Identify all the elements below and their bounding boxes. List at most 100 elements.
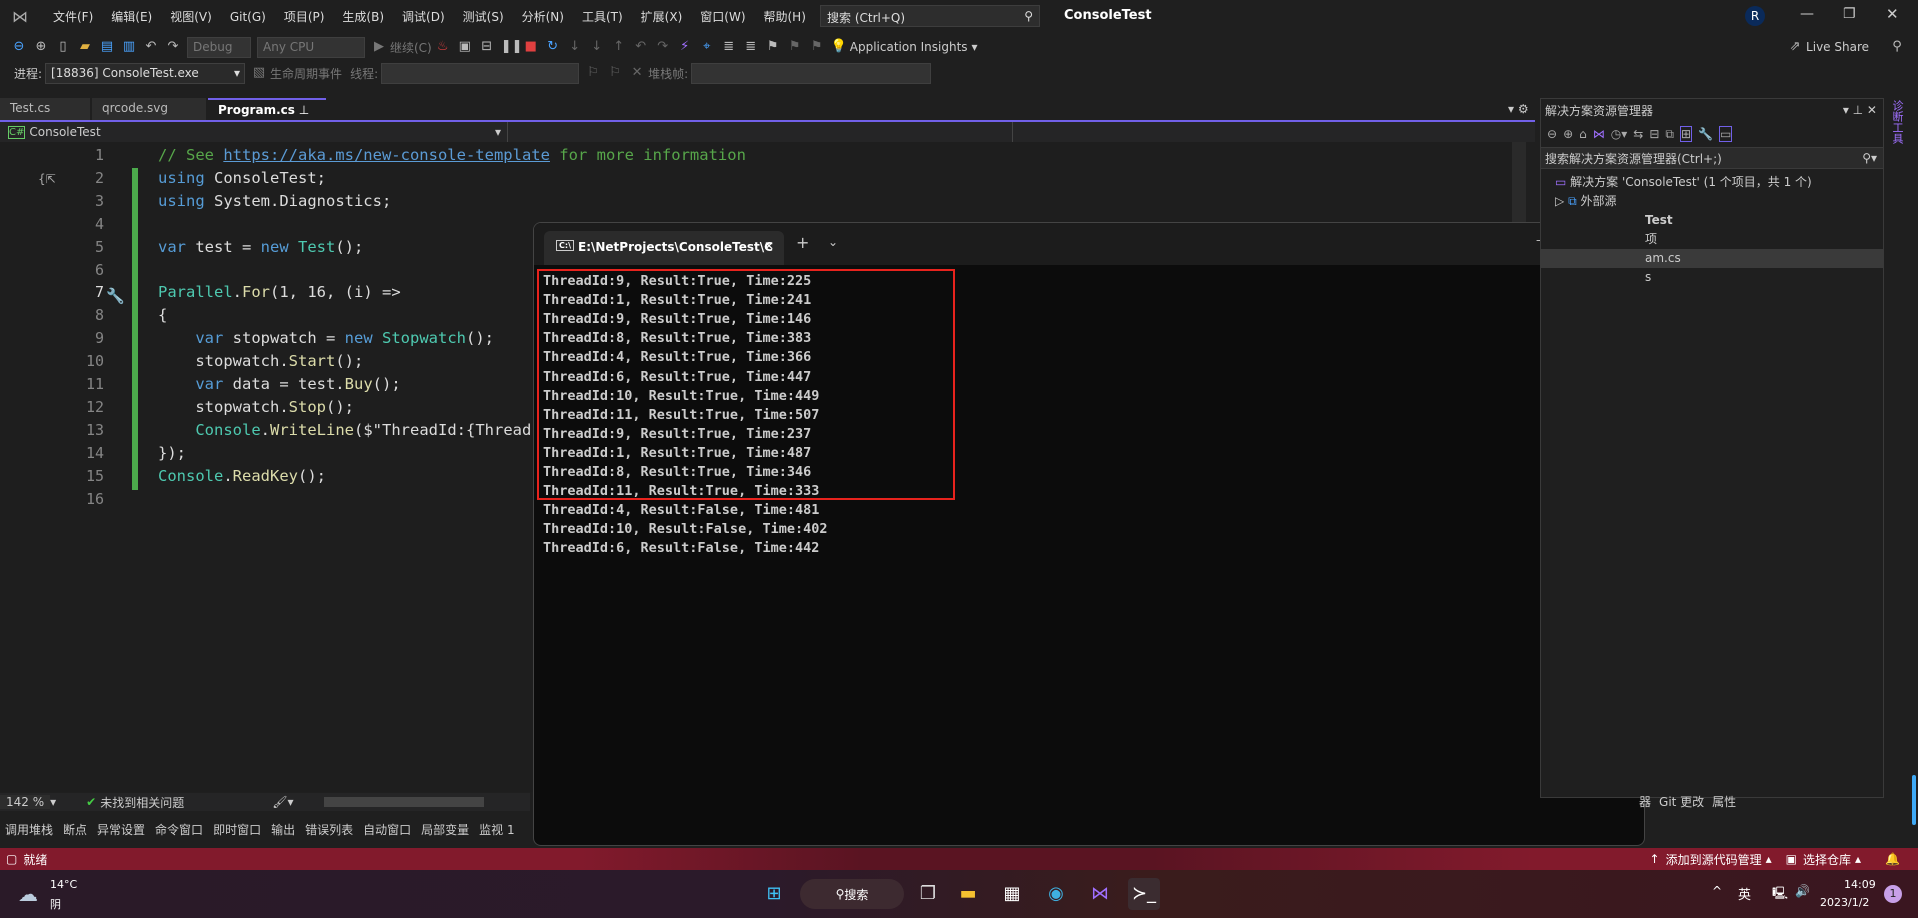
tree-item-solution[interactable]: ▭ 解决方案 'ConsoleTest' (1 个项目，共 1 个) [1555, 173, 1883, 192]
tree-item-test[interactable]: s [1555, 268, 1883, 287]
new-project-icon[interactable]: ▯ [55, 39, 71, 55]
cleanup-icon[interactable]: 🖌▾ [272, 795, 293, 809]
tool-tab[interactable]: 监视 1 [474, 821, 519, 838]
forward-icon[interactable]: ⊕ [1563, 127, 1573, 141]
tool-tab[interactable]: 即时窗口 [208, 821, 266, 838]
edge-icon[interactable]: ◉ [1040, 878, 1072, 910]
hot-reload-icon[interactable]: ♨ [435, 39, 451, 55]
weather-temp[interactable]: 14°C [50, 878, 77, 891]
bookmark-prev-icon[interactable]: ⚑ [787, 39, 803, 55]
thread-select[interactable] [381, 62, 580, 84]
step-into-icon[interactable]: ↓ [589, 39, 605, 55]
uncomment-icon[interactable]: ≣ [743, 39, 759, 55]
menu-item[interactable]: 工具(T) [573, 8, 632, 25]
new-tab-icon[interactable]: + [796, 233, 809, 252]
menu-item[interactable]: 生成(B) [333, 8, 393, 25]
pin-close-icon[interactable]: ▾ ⊥ ✕ [1843, 103, 1877, 117]
flag-icon[interactable]: ⚐ [585, 65, 601, 81]
tool-tab[interactable]: 命令窗口 [150, 821, 208, 838]
volume-icon[interactable]: 🔊 [1795, 884, 1810, 898]
file-explorer-icon[interactable]: ▬ [952, 878, 984, 910]
weather-text[interactable]: 阴 [50, 896, 61, 912]
feedback-icon[interactable]: ⚲ [1889, 39, 1905, 55]
save-icon[interactable]: ▤ [99, 39, 115, 55]
menu-item[interactable]: Git(G) [221, 10, 275, 24]
task-view-icon[interactable]: ❐ [912, 878, 944, 910]
ime-indicator[interactable]: 英 [1738, 884, 1751, 903]
restore-icon[interactable]: ❐ [1843, 6, 1856, 22]
project-select[interactable]: C# ConsoleTest ▾ [0, 122, 508, 142]
tool-tab[interactable]: 错误列表 [300, 821, 358, 838]
chevron-down-icon[interactable]: ▾ [972, 40, 978, 54]
chevron-up-icon[interactable]: ^ [1712, 884, 1722, 898]
copy-icon[interactable]: ⧉ [1665, 127, 1674, 142]
stack-frame-select[interactable] [691, 62, 932, 84]
notification-badge[interactable]: 1 [1884, 885, 1902, 903]
tab-list-icon[interactable]: ▾ ⚙ [1508, 102, 1529, 116]
menu-item[interactable]: 视图(V) [161, 8, 221, 25]
taskbar-search[interactable]: ⚲ 搜索 [800, 879, 904, 909]
undo-icon[interactable]: ↶ [143, 39, 159, 55]
tab-explorer[interactable]: 器 [1639, 793, 1651, 810]
comment-icon[interactable]: ≣ [721, 39, 737, 55]
sync-icon[interactable]: ⇆ [1633, 127, 1643, 141]
diagnostics-icon[interactable]: ⚡ [677, 39, 693, 55]
open-icon[interactable]: ▰ [77, 39, 93, 55]
solution-search-input[interactable]: 搜索解决方案资源管理器(Ctrl+;) ⚲▾ [1541, 147, 1883, 169]
lifecycle-button[interactable]: 生命周期事件 [270, 65, 342, 82]
continue-icon[interactable]: ▶ [371, 39, 387, 55]
menu-item[interactable]: 编辑(E) [102, 8, 161, 25]
chevron-down-icon[interactable]: ▾ [50, 795, 56, 809]
terminal-window[interactable]: C:\ E:\NetProjects\ConsoleTest\C ✕ + ⌄ —… [533, 222, 1645, 846]
preview-icon[interactable]: ▭ [1718, 126, 1733, 142]
menu-item[interactable]: 扩展(X) [632, 8, 692, 25]
menu-item[interactable]: 调试(D) [393, 8, 454, 25]
menu-item[interactable]: 帮助(H) [755, 8, 815, 25]
properties-icon[interactable]: 🔧 [1698, 127, 1713, 141]
menu-item[interactable]: 项目(P) [275, 8, 334, 25]
tab-git[interactable]: Git 更改 [1659, 793, 1704, 810]
tab-properties[interactable]: 属性 [1712, 793, 1736, 810]
issues-status[interactable]: 未找到相关问题 [100, 794, 184, 811]
flag-all-icon[interactable]: ⚐ [607, 65, 623, 81]
tab-test-cs[interactable]: Test.cs [0, 98, 90, 120]
source-control-button[interactable]: 添加到源代码管理 [1666, 851, 1762, 868]
restart-icon[interactable]: ↻ [545, 39, 561, 55]
clock-time[interactable]: 14:09 [1844, 878, 1876, 891]
start-icon[interactable]: ⊞ [758, 878, 790, 910]
select-repo-button[interactable]: 选择仓库 [1803, 851, 1851, 868]
nav-back-icon[interactable]: ↶ [633, 39, 649, 55]
continue-button[interactable]: 继续(C) [390, 39, 432, 56]
terminal-icon[interactable]: ≻_ [1128, 878, 1160, 910]
find-icon[interactable]: ▣ [457, 39, 473, 55]
back-icon[interactable]: ⊖ [1547, 127, 1557, 141]
switch-view-icon[interactable]: ⋈ [1593, 127, 1605, 141]
save-all-icon[interactable]: ▥ [121, 39, 137, 55]
menu-item[interactable]: 窗口(W) [691, 8, 754, 25]
tab-qrcode-svg[interactable]: qrcode.svg [92, 98, 206, 120]
menu-item[interactable]: 分析(N) [513, 8, 573, 25]
redo-icon[interactable]: ↷ [165, 39, 181, 55]
menu-item[interactable]: 测试(S) [454, 8, 513, 25]
search-input[interactable]: 搜索 (Ctrl+Q) ⚲ [820, 5, 1040, 27]
diagnostics-side-tab[interactable]: 诊断工具 [1891, 100, 1905, 144]
process-select[interactable]: [18836] ConsoleTest.exe ▾ [45, 62, 246, 84]
type-select[interactable] [508, 122, 1013, 142]
avatar[interactable]: R [1745, 6, 1765, 26]
tool-tab[interactable]: 断点 [58, 821, 92, 838]
tree-item[interactable]: 项 [1555, 230, 1883, 249]
store-icon[interactable]: ▦ [996, 878, 1028, 910]
code-link[interactable]: https://aka.ms/new-console-template [223, 146, 550, 164]
close-icon[interactable]: ✕ [1886, 5, 1899, 23]
tool-tab[interactable]: 局部变量 [416, 821, 474, 838]
app-insights-button[interactable]: Application Insights [850, 40, 968, 54]
horizontal-scrollbar[interactable] [323, 797, 484, 807]
back-icon[interactable]: ⊖ [11, 39, 27, 55]
zoom-select[interactable]: 142 % [0, 795, 51, 809]
network-icon[interactable]: 🖳 [1772, 884, 1788, 905]
step-over-icon[interactable]: ↓ [567, 39, 583, 55]
notification-icon[interactable]: 🔔 [1885, 852, 1900, 866]
tool-tab[interactable]: 调用堆栈 [0, 821, 58, 838]
side-slider[interactable] [1912, 775, 1916, 825]
tab-program-cs[interactable]: Program.cs ⊥ ✕ [208, 98, 326, 131]
